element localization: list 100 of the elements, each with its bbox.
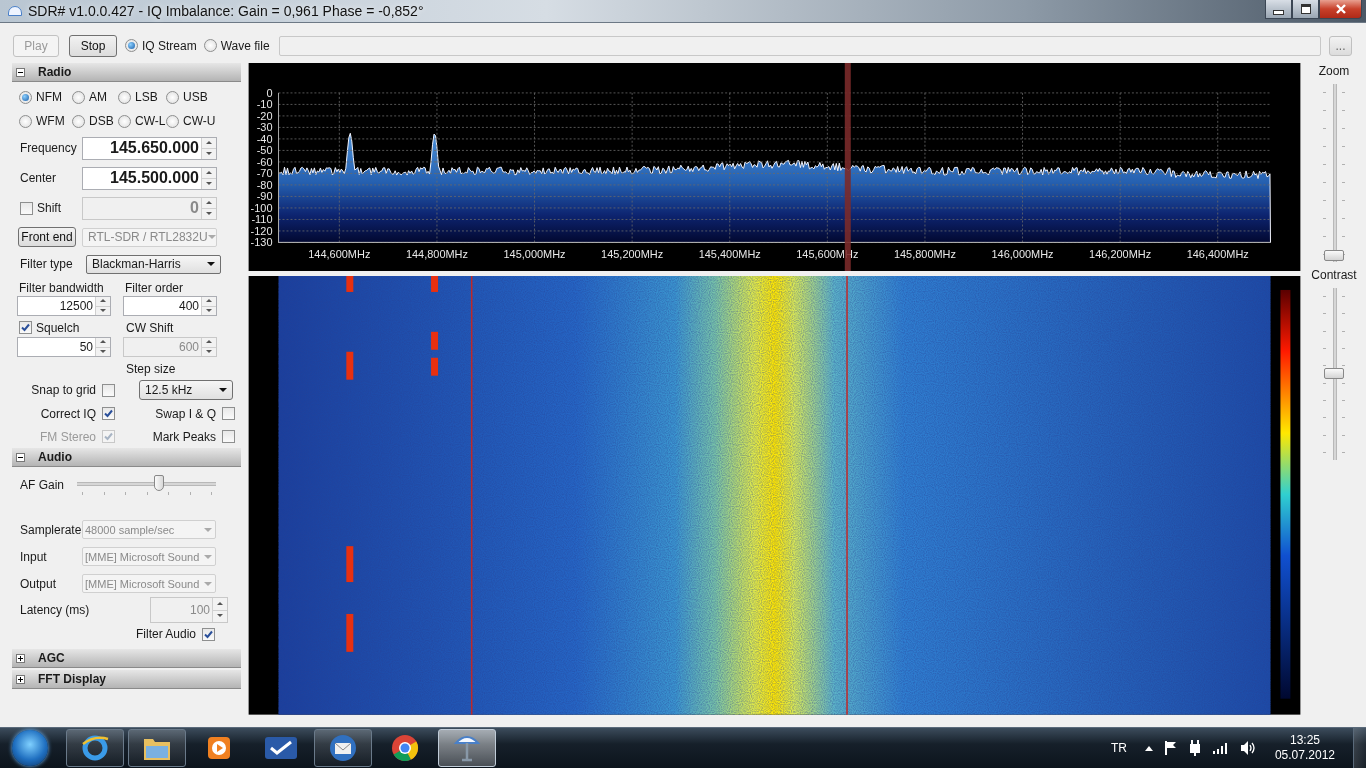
taskbar-button[interactable] xyxy=(128,729,186,767)
show-desktop-button[interactable] xyxy=(1353,728,1366,768)
filter-audio-checkbox[interactable] xyxy=(202,627,215,641)
cw-shift-label: CW Shift xyxy=(125,319,175,337)
source-option-label: IQ Stream xyxy=(142,38,197,53)
radio-button[interactable] xyxy=(118,90,131,104)
power-plug-icon[interactable] xyxy=(1188,740,1201,756)
af-gain-label: AF Gain xyxy=(20,478,65,492)
radio-button[interactable] xyxy=(72,90,85,104)
spinner-icon[interactable] xyxy=(95,338,110,356)
frequency-field[interactable]: 145.650.000 xyxy=(82,136,217,160)
up-arrow-icon[interactable] xyxy=(1144,745,1153,751)
frequency-axis-label: 145,000MHz xyxy=(503,248,566,261)
audio-section-header[interactable]: Audio xyxy=(12,448,241,467)
signal-bars-icon[interactable] xyxy=(1212,742,1229,754)
spinner-icon[interactable] xyxy=(95,297,110,315)
center-field[interactable]: 145.500.000 xyxy=(82,166,217,190)
agc-section-header[interactable]: AGC xyxy=(12,649,241,668)
clock-time: 13:25 xyxy=(1289,733,1320,748)
filter-type-label: Filter type xyxy=(20,257,74,271)
samplerate-label: Samplerate xyxy=(20,522,80,537)
start-button[interactable] xyxy=(12,730,48,766)
swap-iq-checkbox[interactable] xyxy=(222,407,235,420)
filter-audio-label: Filter Audio xyxy=(135,627,196,641)
spinner-icon[interactable] xyxy=(201,197,216,219)
collapse-icon xyxy=(16,67,25,77)
filter-bandwidth-field[interactable]: 12500 xyxy=(17,296,111,316)
contrast-slider[interactable] xyxy=(1320,288,1348,460)
taskbar-button[interactable] xyxy=(314,729,372,767)
filter-type-dropdown[interactable]: Blackman-Harris xyxy=(86,254,221,274)
flag-icon[interactable] xyxy=(1164,741,1177,755)
close-button[interactable] xyxy=(1319,0,1362,19)
fft-display-section-header[interactable]: FFT Display xyxy=(12,670,241,689)
spinner-icon[interactable] xyxy=(201,167,216,189)
checkmark-icon xyxy=(264,736,298,760)
frequency-axis-label: 144,800MHz xyxy=(405,248,468,261)
frequency-axis-label: 145,600MHz xyxy=(796,248,859,261)
shift-checkbox[interactable] xyxy=(20,201,33,215)
radio-button[interactable] xyxy=(118,114,131,128)
spinner-icon[interactable] xyxy=(201,137,216,159)
slider-thumb[interactable] xyxy=(1324,368,1344,379)
maximize-button[interactable] xyxy=(1292,0,1319,19)
radio-button[interactable] xyxy=(203,39,217,52)
taskbar-button[interactable] xyxy=(66,729,124,767)
squelch-checkbox[interactable] xyxy=(19,321,32,334)
slider-thumb[interactable] xyxy=(1324,250,1344,261)
file-path-field[interactable] xyxy=(278,35,1321,56)
play-icon xyxy=(206,735,232,761)
output-label: Output xyxy=(20,576,58,591)
level-axis-label: -80 xyxy=(256,178,273,191)
close-icon xyxy=(1334,4,1347,14)
spinner-icon[interactable] xyxy=(201,297,216,315)
latency-label: Latency (ms) xyxy=(20,603,91,617)
af-gain-slider[interactable] xyxy=(77,473,216,497)
clock[interactable]: 13:25 05.07.2012 xyxy=(1274,733,1335,763)
step-size-label: Step size xyxy=(125,360,177,378)
slider-thumb[interactable] xyxy=(154,475,165,491)
level-axis-label: -40 xyxy=(256,132,273,145)
frequency-axis-label: 145,200MHz xyxy=(601,248,664,261)
mode-label: AM xyxy=(89,90,107,104)
level-axis-label: -120 xyxy=(250,224,273,237)
level-axis-label: -10 xyxy=(256,98,273,111)
squelch-field[interactable]: 50 xyxy=(17,337,111,357)
mode-label: DSB xyxy=(89,114,114,128)
globe-icon xyxy=(80,733,110,763)
language-indicator[interactable]: TR xyxy=(1110,741,1127,755)
snap-to-grid-checkbox[interactable] xyxy=(102,383,115,397)
level-axis-label: -30 xyxy=(256,121,273,134)
snap-to-grid-label: Snap to grid xyxy=(31,383,96,397)
radio-button[interactable] xyxy=(19,90,32,104)
step-size-dropdown[interactable]: 12.5 kHz xyxy=(139,380,233,400)
frequency-axis-label: 145,800MHz xyxy=(893,248,956,261)
frequency-label: Frequency xyxy=(20,141,78,155)
radio-section-header[interactable]: Radio xyxy=(12,63,241,82)
speaker-icon[interactable] xyxy=(1240,741,1257,755)
stop-button[interactable]: Stop xyxy=(69,34,117,57)
radio-button[interactable] xyxy=(166,114,179,128)
source-option-label: Wave file xyxy=(220,38,270,53)
browse-button[interactable]: ... xyxy=(1329,35,1352,56)
level-axis-label: -50 xyxy=(256,144,273,157)
frequency-axis-label: 146,400MHz xyxy=(1186,248,1249,261)
fm-stereo-label: FM Stereo xyxy=(40,429,96,444)
radio-button[interactable] xyxy=(72,114,85,128)
expand-icon xyxy=(16,674,25,684)
frequency-axis-label: 145,400MHz xyxy=(698,248,761,261)
correct-iq-checkbox[interactable] xyxy=(102,407,115,420)
shift-label: Shift xyxy=(37,201,61,215)
filter-order-field[interactable]: 400 xyxy=(123,296,217,316)
zoom-slider[interactable] xyxy=(1320,84,1348,262)
mode-label: CW-U xyxy=(183,114,216,128)
radio-button[interactable] xyxy=(19,114,32,128)
radio-button[interactable] xyxy=(166,90,179,104)
filter-order-label: Filter order xyxy=(124,279,184,296)
mark-peaks-checkbox[interactable] xyxy=(222,430,235,443)
minimize-button[interactable] xyxy=(1265,0,1292,19)
frequency-axis-label: 144,600MHz xyxy=(308,248,371,261)
input-label: Input xyxy=(20,549,48,564)
level-axis-label: 0 xyxy=(266,86,273,99)
radio-button[interactable] xyxy=(125,39,138,52)
expand-icon xyxy=(16,653,25,663)
